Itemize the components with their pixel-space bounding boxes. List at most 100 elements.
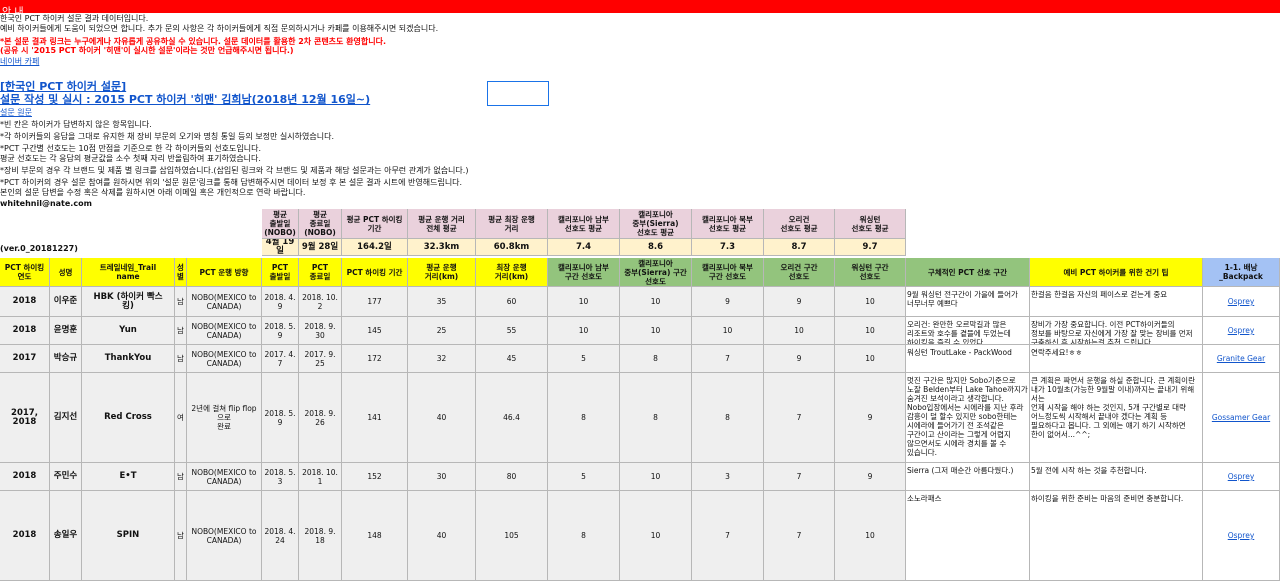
table-cell: NOBO(MEXICO to CANADA) xyxy=(187,287,262,317)
column-header[interactable]: 1-1. 배낭_Backpack xyxy=(1203,258,1280,287)
table-cell: 남 xyxy=(175,345,187,373)
table-cell: 윤명훈 xyxy=(50,317,82,345)
column-header[interactable]: 캘리포니아 남부 구간 선호도 xyxy=(548,258,620,287)
table-cell: 남 xyxy=(175,317,187,345)
table-cell: 9 xyxy=(835,463,906,491)
table-cell: 2018 xyxy=(0,287,50,317)
column-header[interactable]: 오리건 구간 선호도 xyxy=(764,258,835,287)
column-header[interactable]: 캘리포니아 북부 구간 선호도 xyxy=(692,258,764,287)
table-cell: 8 xyxy=(548,373,620,463)
table-cell: 30 xyxy=(408,463,476,491)
table-cell: Red Cross xyxy=(82,373,175,463)
column-header[interactable]: 구체적인 PCT 선호 구간 xyxy=(906,258,1030,287)
table-cell: 2017. 9. 25 xyxy=(299,345,342,373)
table-cell: 2018. 4. 9 xyxy=(262,287,299,317)
average-header: 평균 출발일 (NOBO) xyxy=(262,209,299,239)
table-cell: 5 xyxy=(548,345,620,373)
backpack-brand-link[interactable]: Osprey xyxy=(1203,463,1280,491)
backpack-brand-link[interactable]: Gossamer Gear xyxy=(1203,373,1280,463)
column-header[interactable]: 워싱턴 구간 선호도 xyxy=(835,258,906,287)
table-cell: 하이킹을 위한 준비는 마음의 준비면 충분합니다. xyxy=(1030,491,1203,581)
table-cell: 152 xyxy=(342,463,408,491)
table-cell: 9 xyxy=(692,287,764,317)
average-header: 캘리포니아 북부 선호도 평균 xyxy=(692,209,764,239)
backpack-brand-link[interactable]: Osprey xyxy=(1203,317,1280,345)
table-cell: 10 xyxy=(764,317,835,345)
average-header: 평균 최장 운행 거리 xyxy=(476,209,548,239)
table-cell: 남 xyxy=(175,491,187,581)
table-cell: 10 xyxy=(835,491,906,581)
average-value: 8.7 xyxy=(764,239,835,256)
column-header[interactable]: PCT 하이킹 연도 xyxy=(0,258,50,287)
table-cell: 40 xyxy=(408,373,476,463)
table-cell: NOBO(MEXICO to CANADA) xyxy=(187,463,262,491)
backpack-brand-link[interactable]: Granite Gear xyxy=(1203,345,1280,373)
backpack-brand-link[interactable]: Osprey xyxy=(1203,287,1280,317)
table-cell: NOBO(MEXICO to CANADA) xyxy=(187,317,262,345)
table-cell: 여 xyxy=(175,373,187,463)
average-header: 평균 종료일 (NOBO) xyxy=(299,209,342,239)
notice-banner: 안 내 xyxy=(0,0,1280,18)
column-header[interactable]: 캘리포니아 중부(Sierra) 구간 선호도 xyxy=(620,258,692,287)
column-header[interactable]: 최장 운행 거리(km) xyxy=(476,258,548,287)
table-cell: 9 xyxy=(764,287,835,317)
table-cell: 40 xyxy=(408,491,476,581)
table-cell: 9월 워싱턴 전구간이 가을에 들어가 너무너무 예쁘다 xyxy=(906,287,1030,317)
table-cell: 172 xyxy=(342,345,408,373)
cafe-link[interactable]: 네이버 카페 xyxy=(0,57,39,67)
table-cell: 10 xyxy=(620,287,692,317)
table-cell: 2017, 2018 xyxy=(0,373,50,463)
column-header[interactable]: 평균 운행 거리(km) xyxy=(408,258,476,287)
table-cell: 10 xyxy=(620,317,692,345)
table-cell: 2018. 5. 3 xyxy=(262,463,299,491)
table-cell: 남 xyxy=(175,287,187,317)
survey-title-2: 설문 작성 및 실시 : 2015 PCT 하이커 '히맨' 김희남(2018년… xyxy=(0,93,371,106)
table-cell: 10 xyxy=(548,287,620,317)
average-value: 164.2일 xyxy=(342,239,408,256)
table-cell: 35 xyxy=(408,287,476,317)
table-cell: 2018. 10. 2 xyxy=(299,287,342,317)
table-cell: 55 xyxy=(476,317,548,345)
notice-red-2: (공유 시 '2015 PCT 하이커 '히맨'이 실시한 설문'이라는 것만 … xyxy=(0,46,294,55)
survey-note: *PCT 하이커의 경우 설문 참여를 원하시면 위의 '설문 원문'링크를 통… xyxy=(0,178,463,187)
notice-line-2: 예비 하이커들에게 도움이 되었으면 합니다. 추가 문의 사항은 각 하이커들… xyxy=(0,24,439,33)
table-cell: E•T xyxy=(82,463,175,491)
survey-original-link[interactable]: 설문 원문 xyxy=(0,108,32,118)
selected-cell[interactable] xyxy=(487,81,549,106)
table-cell: 10 xyxy=(835,345,906,373)
table-cell: 2018. 9. 26 xyxy=(299,373,342,463)
backpack-brand-link[interactable]: Osprey xyxy=(1203,491,1280,581)
column-header[interactable]: PCT 출발일 xyxy=(262,258,299,287)
table-cell: HBK (하이커 빡스 킹) xyxy=(82,287,175,317)
table-cell: 32 xyxy=(408,345,476,373)
table-cell: 김지선 xyxy=(50,373,82,463)
table-cell: 2018. 10. 1 xyxy=(299,463,342,491)
table-cell: 10 xyxy=(620,491,692,581)
table-cell: 2018 xyxy=(0,463,50,491)
table-cell: 오리건: 완만한 오르막길과 많은 리조트와 호수를 곁뜰에 두었는데 하이킹을 즐… xyxy=(906,317,1030,345)
column-header[interactable]: 성명 xyxy=(50,258,82,287)
table-cell: 멋진 구간은 많지만 Sobo기준으로 노잘 Belden부터 Lake Taho… xyxy=(906,373,1030,463)
column-header[interactable]: PCT 종료일 xyxy=(299,258,342,287)
average-header: 평균 운행 거리 전체 평균 xyxy=(408,209,476,239)
table-cell: 장비가 가장 중요합니다. 이전 PCT하이커들의 정보를 바탕으로 자신에게 가… xyxy=(1030,317,1203,345)
survey-note: *장비 부문의 경우 각 브랜드 및 제품 별 링크를 삽입하였습니다.(삽입된… xyxy=(0,166,469,175)
column-header[interactable]: 예비 PCT 하이커를 위한 건기 팁 xyxy=(1030,258,1203,287)
average-header: 캘리포니아 남부 선호도 평균 xyxy=(548,209,620,239)
column-header[interactable]: 성별 xyxy=(175,258,187,287)
table-cell: 5 xyxy=(548,463,620,491)
column-header[interactable]: PCT 운행 방향 xyxy=(187,258,262,287)
table-cell: 145 xyxy=(342,317,408,345)
average-value: 4월 19일 xyxy=(262,239,299,256)
table-cell: NOBO(MEXICO to CANADA) xyxy=(187,491,262,581)
notice-line-1: 한국인 PCT 하이커 설문 결과 데이터입니다. xyxy=(0,14,149,23)
table-cell: 46.4 xyxy=(476,373,548,463)
survey-note: *각 하이커들의 응답을 그대로 유지한 채 장비 부문의 오기와 명칭 통일 … xyxy=(0,132,334,141)
survey-note: *PCT 구간별 선호도는 10점 만점을 기준으로 한 각 하이커들의 선호도… xyxy=(0,144,261,153)
column-header[interactable]: 트레일네임_Trail name xyxy=(82,258,175,287)
average-header: 워싱턴 선호도 평균 xyxy=(835,209,906,239)
table-cell: 8 xyxy=(548,491,620,581)
column-header[interactable]: PCT 하이킹 기간 xyxy=(342,258,408,287)
table-cell: 2018. 9. 30 xyxy=(299,317,342,345)
table-cell: 2018. 9. 18 xyxy=(299,491,342,581)
